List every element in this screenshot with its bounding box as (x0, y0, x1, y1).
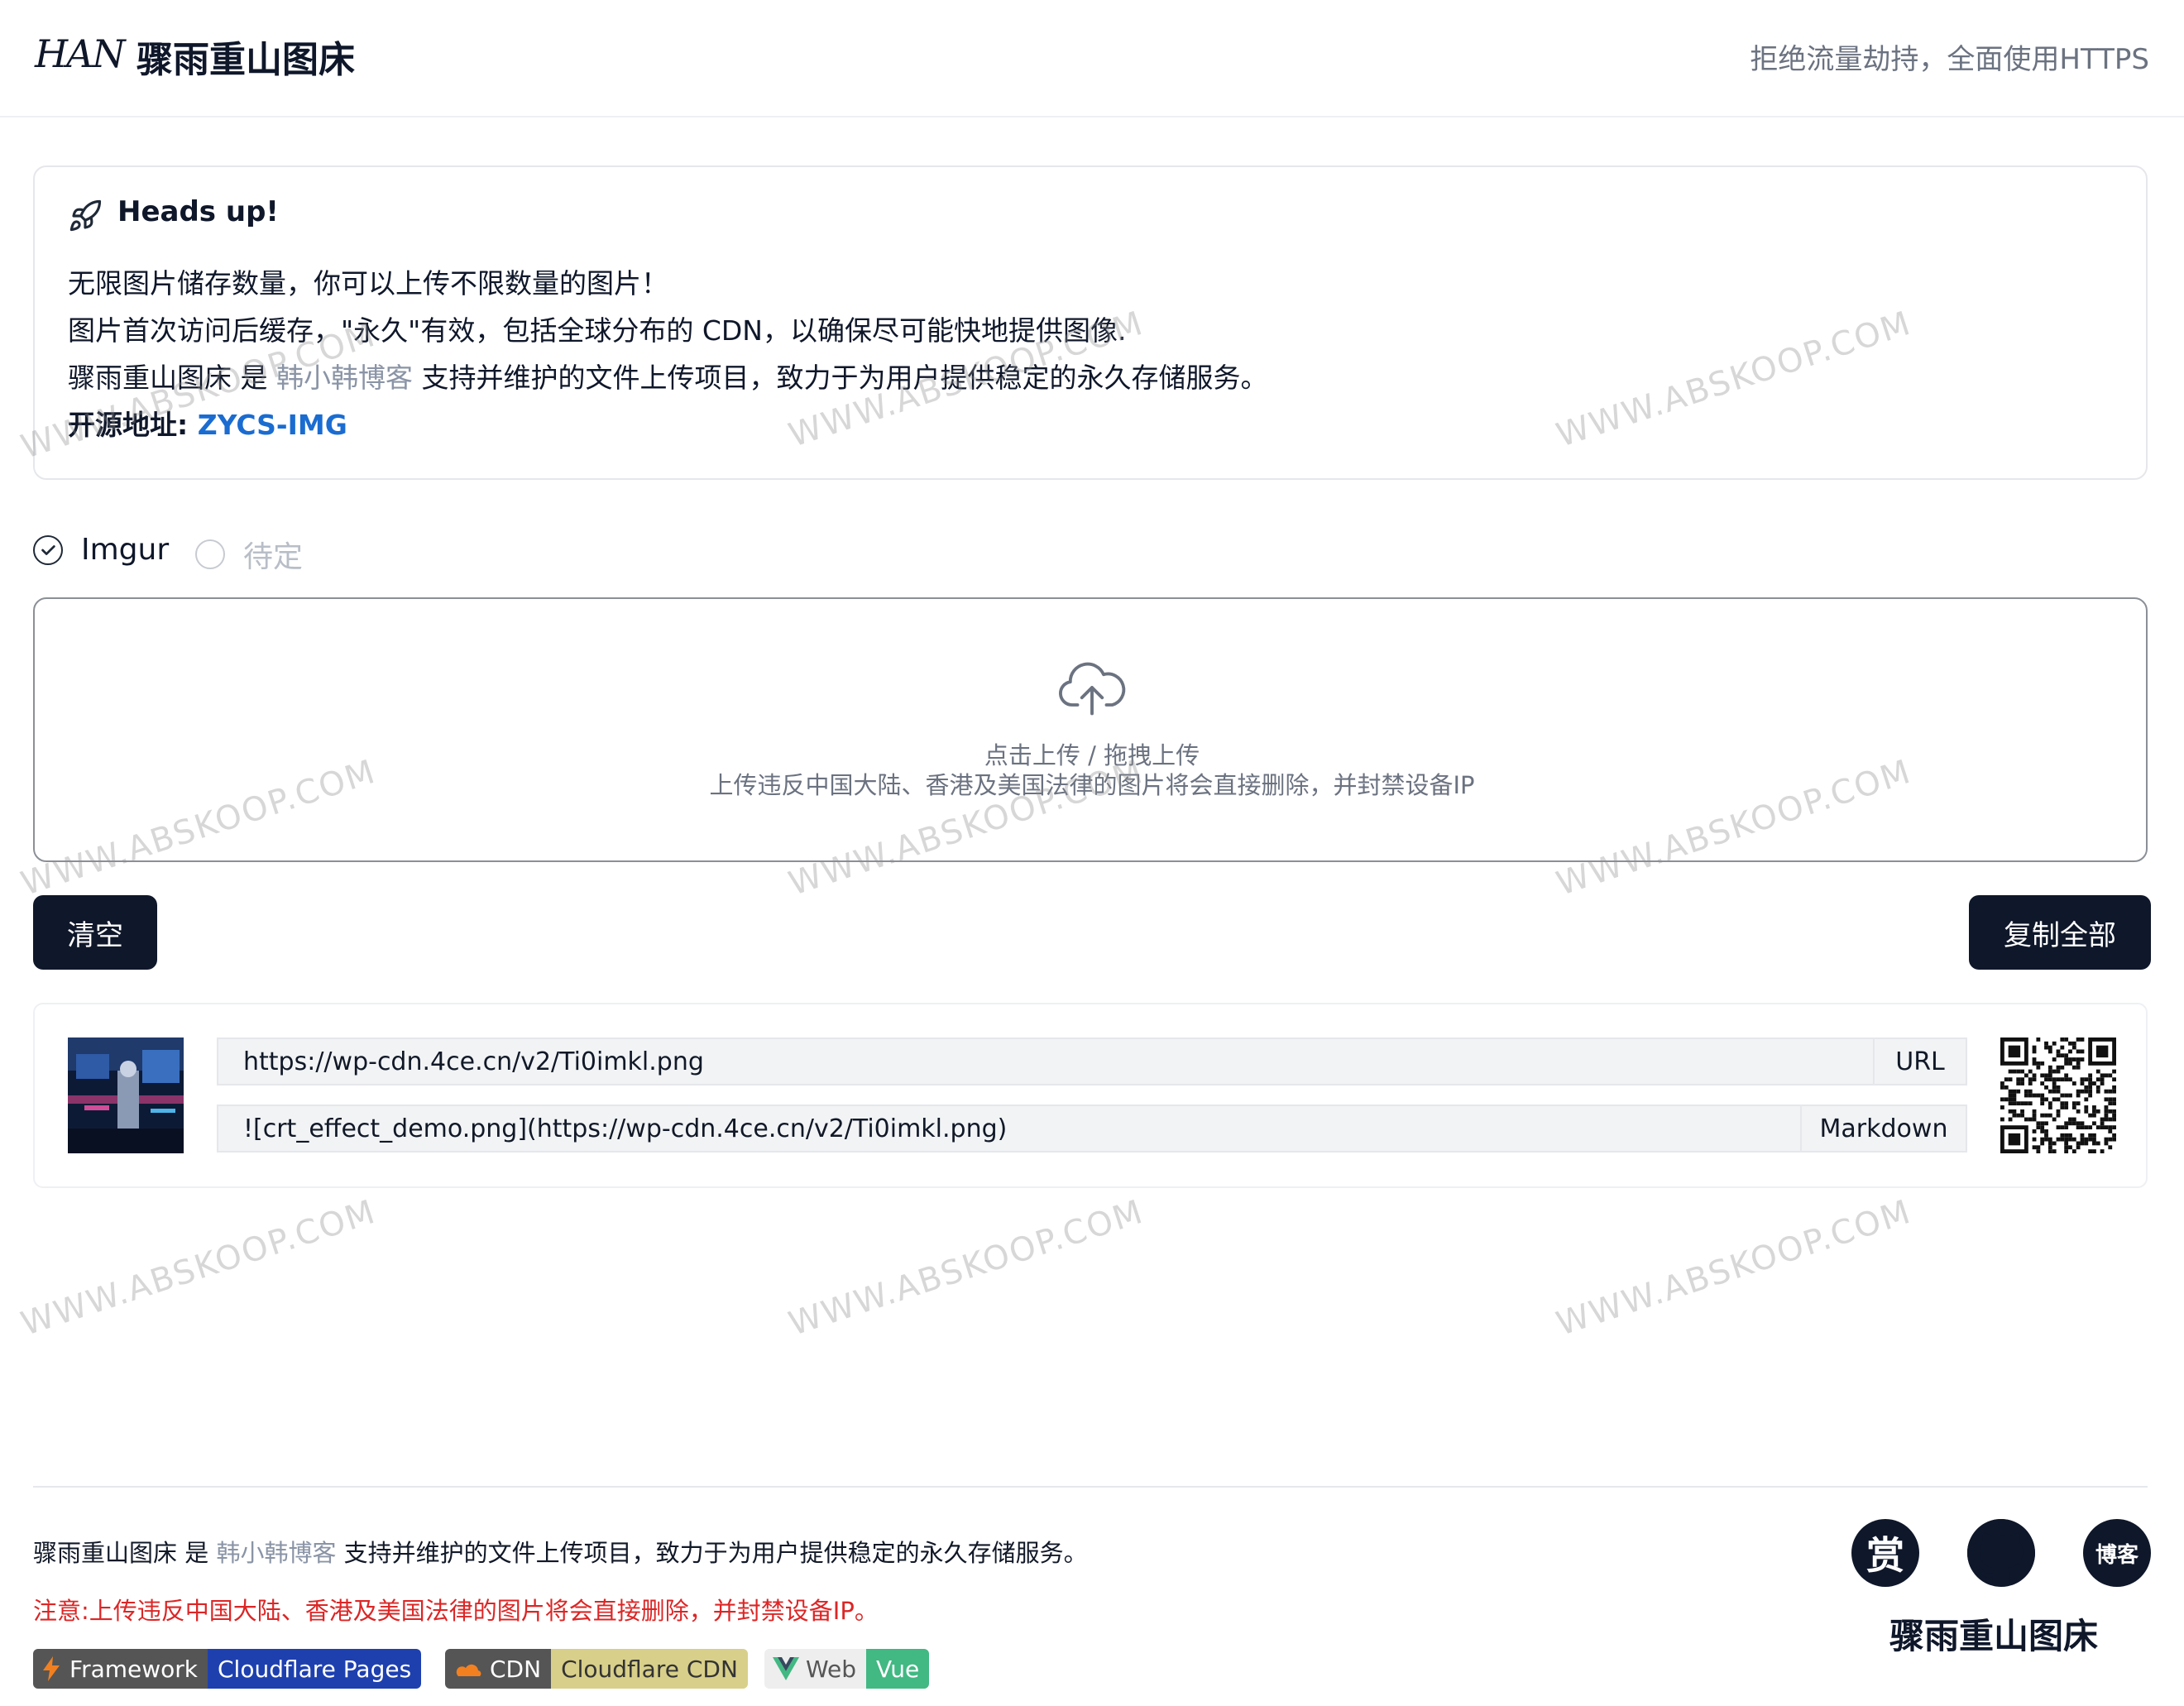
watermark: WWW.ABSKOOP.COM (784, 1192, 1149, 1344)
footer-brand: 骤雨重山图床 (1889, 1616, 2099, 1656)
rocket-icon (69, 199, 102, 232)
uploaded-image-thumbnail[interactable] (68, 1037, 184, 1153)
vue-icon (773, 1657, 799, 1680)
site-logo[interactable]: HAN (35, 31, 126, 76)
clear-button[interactable]: 清空 (33, 895, 157, 970)
markdown-copy-button[interactable]: Markdown (1802, 1105, 1967, 1153)
host-option-pending[interactable]: 待定 (195, 533, 303, 576)
reward-button[interactable]: 赏 (1851, 1519, 1919, 1587)
badge-web-key: Web (764, 1649, 867, 1689)
footer-divider (33, 1486, 2148, 1488)
radio-unchecked-icon[interactable] (195, 539, 225, 569)
url-field[interactable]: https://wp-cdn.4ce.cn/v2/Ti0imkl.png (217, 1037, 1875, 1085)
footer-prefix: 骤雨重山图床 是 (33, 1539, 217, 1567)
footer-description: 骤雨重山图床 是 韩小韩博客 支持并维护的文件上传项目，致力于为用户提供稳定的永… (33, 1534, 1088, 1569)
badge-framework-value: Cloudflare Pages (208, 1649, 422, 1689)
source-label: 开源地址: (68, 409, 198, 441)
blog-link[interactable]: 韩小韩博客 (276, 362, 413, 394)
upload-result-card (33, 1003, 2148, 1188)
source-repo-link[interactable]: ZYCS-IMG (198, 409, 347, 441)
badge-cdn-value: Cloudflare CDN (551, 1649, 748, 1689)
badge-cdn-key: CDN (445, 1649, 552, 1689)
footer-suffix: 支持并维护的文件上传项目，致力于为用户提供稳定的永久存储服务。 (336, 1539, 1088, 1567)
markdown-field[interactable]: ![crt_effect_demo.png](https://wp-cdn.4c… (217, 1105, 1802, 1153)
badge-framework[interactable]: Framework Cloudflare Pages (33, 1649, 422, 1689)
notice-source-line: 开源地址: ZYCS-IMG (68, 403, 347, 443)
cloudflare-icon (456, 1664, 481, 1676)
qr-code[interactable] (2000, 1037, 2116, 1153)
notice-line-3-suffix: 支持并维护的文件上传项目，致力于为用户提供稳定的永久存储服务。 (412, 362, 1268, 394)
notice-line-2: 图片首次访问后缓存，"永久"有效，包括全球分布的 CDN，以确保尽可能快地提供图… (68, 314, 1127, 347)
badge-web[interactable]: Web Vue (764, 1649, 930, 1689)
badge-cdn[interactable]: CDN Cloudflare CDN (445, 1649, 748, 1689)
footer-warning: 注意:上传违反中国大陆、香港及美国法律的图片将会直接删除，并封禁设备IP。 (33, 1597, 879, 1625)
lightning-icon (43, 1656, 60, 1681)
cloud-upload-icon (1059, 662, 1126, 716)
watermark: WWW.ABSKOOP.COM (17, 1192, 381, 1344)
watermark: WWW.ABSKOOP.COM (1552, 1192, 1917, 1344)
site-title[interactable]: 骤雨重山图床 (136, 30, 355, 83)
upload-dropzone[interactable] (33, 597, 2148, 862)
host-option-imgur[interactable]: Imgur (33, 533, 169, 567)
notice-line-3-prefix: 骤雨重山图床 是 (68, 362, 276, 394)
github-link[interactable] (1967, 1519, 2035, 1587)
notice-line-1: 无限图片储存数量，你可以上传不限数量的图片！ (68, 267, 668, 300)
badge-framework-key: Framework (33, 1649, 208, 1689)
notice-line-3: 骤雨重山图床 是 韩小韩博客 支持并维护的文件上传项目，致力于为用户提供稳定的永… (68, 356, 1267, 395)
url-copy-button[interactable]: URL (1875, 1037, 1967, 1085)
badge-web-value: Vue (866, 1649, 930, 1689)
notice-title: Heads up! (117, 195, 279, 228)
host-label-pending: 待定 (243, 540, 304, 574)
footer-blog-link[interactable]: 韩小韩博客 (216, 1539, 336, 1567)
copy-all-button[interactable]: 复制全部 (1969, 895, 2151, 970)
host-label-imgur: Imgur (81, 533, 170, 567)
radio-checked-icon[interactable] (33, 534, 63, 565)
github-icon (1967, 1519, 2035, 1585)
blog-button[interactable]: 博客 (2083, 1519, 2151, 1587)
header-tagline: 拒绝流量劫持，全面使用HTTPS (1750, 43, 2149, 76)
upload-warning: 上传违反中国大陆、香港及美国法律的图片将会直接删除，并封禁设备IP (709, 771, 1475, 799)
